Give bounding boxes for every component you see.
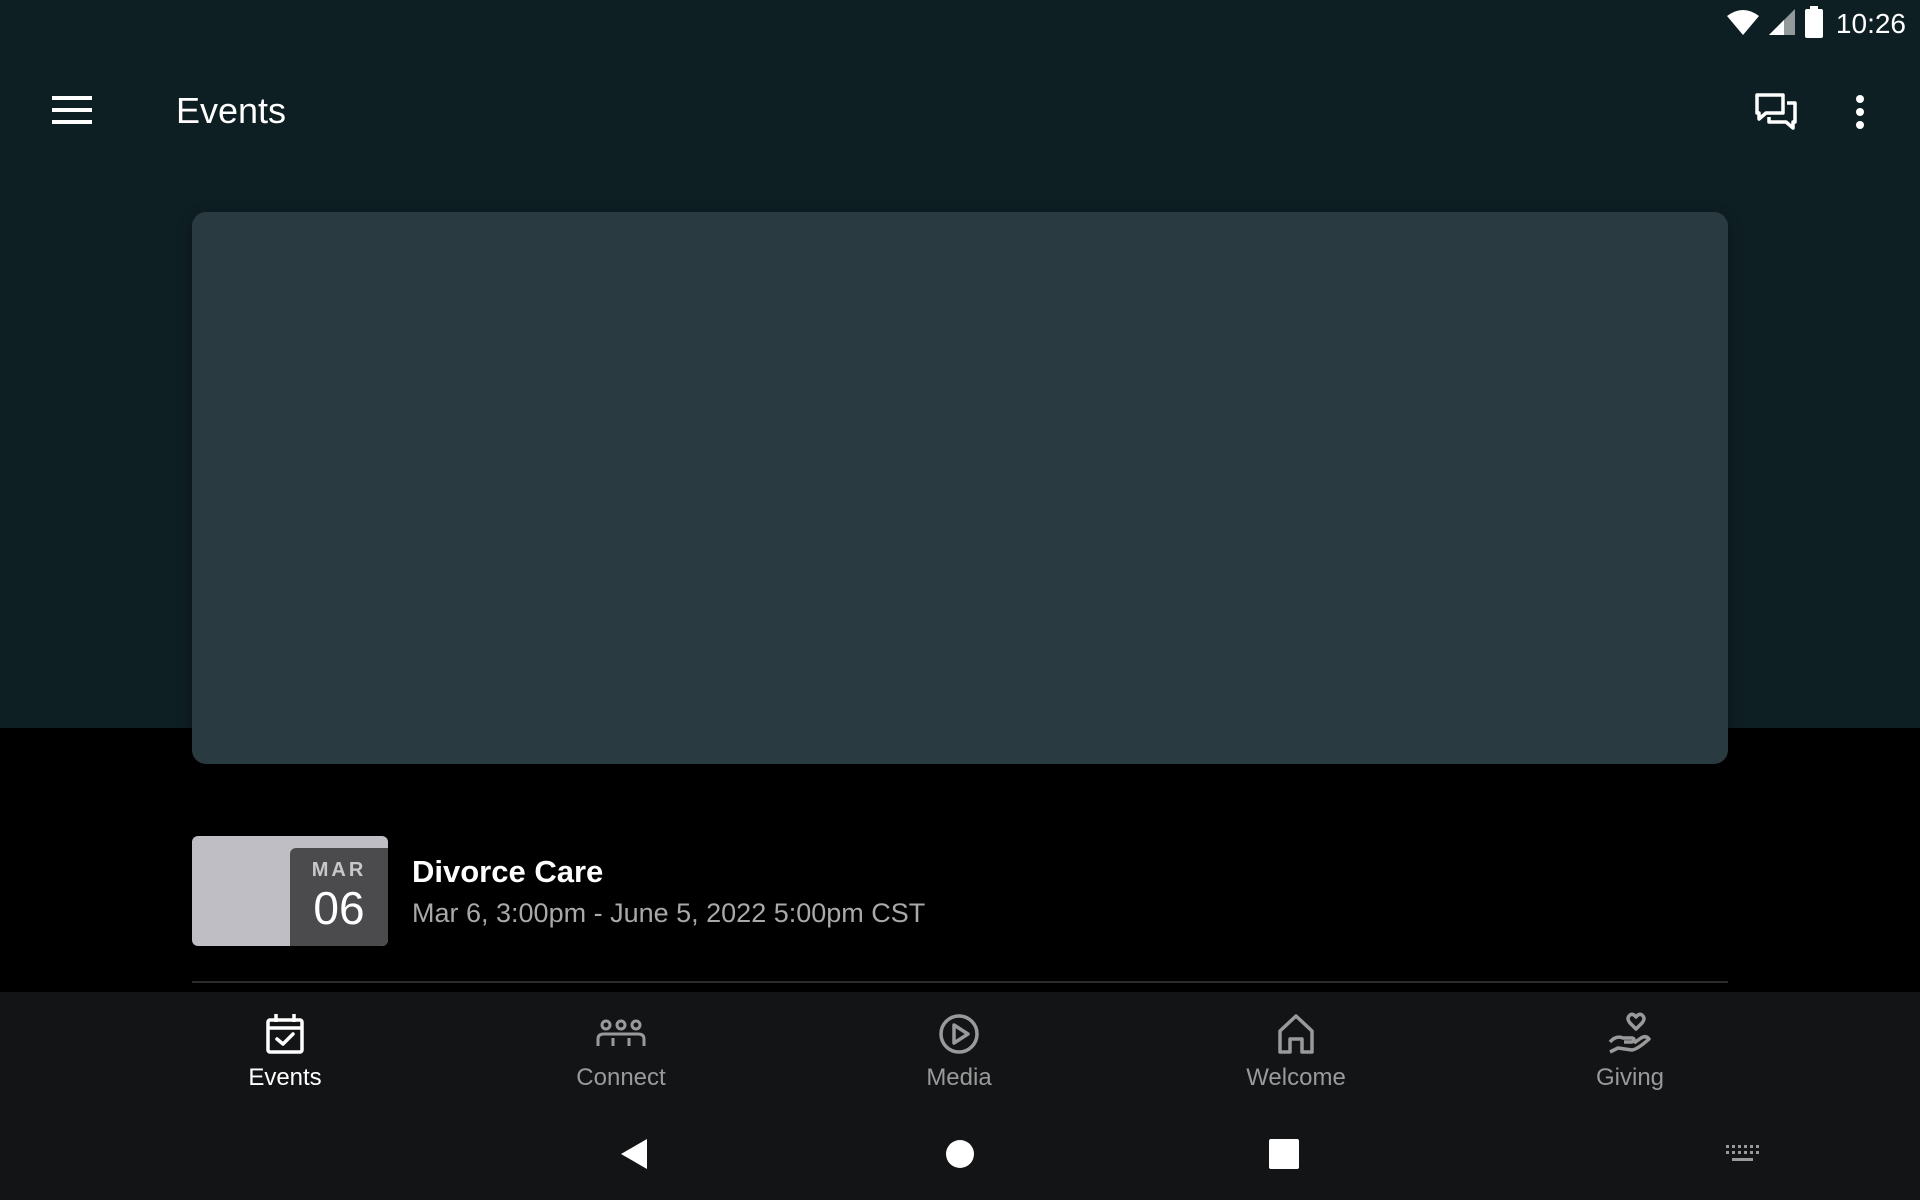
- featured-event-card[interactable]: [192, 212, 1728, 764]
- nav-item-giving[interactable]: Giving: [1530, 992, 1730, 1112]
- keyboard-icon: [1725, 1144, 1759, 1169]
- nav-label-welcome: Welcome: [1246, 1064, 1346, 1091]
- system-navigation-bar: [0, 1112, 1920, 1200]
- hand-heart-icon: [1604, 1010, 1656, 1058]
- status-time: 10:26: [1835, 8, 1906, 39]
- recents-button[interactable]: [1256, 1132, 1312, 1180]
- recents-icon: [1269, 1138, 1299, 1174]
- status-bar: 10:26: [0, 0, 1920, 48]
- play-circle-icon: [933, 1010, 985, 1058]
- wifi-icon: [1726, 8, 1760, 41]
- chat-button[interactable]: [1744, 86, 1808, 142]
- calendar-check-icon: [259, 1010, 311, 1058]
- home-button[interactable]: [932, 1132, 988, 1180]
- nav-item-connect[interactable]: Connect: [521, 992, 721, 1112]
- cell-signal-icon: [1768, 8, 1796, 41]
- date-day: 06: [313, 882, 365, 934]
- keyboard-button[interactable]: [1714, 1132, 1770, 1180]
- more-options-button[interactable]: [1832, 86, 1888, 142]
- menu-icon: [52, 95, 92, 130]
- app-bar: Events: [0, 56, 1920, 168]
- nav-item-media[interactable]: Media: [859, 992, 1059, 1112]
- more-vert-icon: [1855, 94, 1865, 134]
- menu-button[interactable]: [40, 84, 104, 140]
- nav-label-events: Events: [248, 1064, 322, 1091]
- nav-label-connect: Connect: [576, 1064, 666, 1091]
- event-list-item[interactable]: MAR 06 Divorce Care Mar 6, 3:00pm - June…: [192, 836, 1728, 946]
- event-datetime: Mar 6, 3:00pm - June 5, 2022 5:00pm CST: [412, 898, 926, 928]
- date-badge: MAR 06: [290, 848, 388, 946]
- chat-icon: [1754, 92, 1798, 137]
- nav-label-media: Media: [926, 1064, 992, 1091]
- home-circle-icon: [945, 1139, 975, 1174]
- bottom-navigation: Events Connect Media Welcome Giving: [0, 992, 1920, 1112]
- back-icon: [619, 1137, 649, 1176]
- event-title: Divorce Care: [412, 854, 604, 889]
- list-divider: [192, 981, 1728, 983]
- home-icon: [1270, 1010, 1322, 1058]
- nav-item-events[interactable]: Events: [185, 992, 385, 1112]
- date-month: MAR: [311, 859, 367, 881]
- status-icons: 10:26: [1726, 5, 1906, 43]
- back-button[interactable]: [606, 1132, 662, 1180]
- event-thumbnail: MAR 06: [192, 836, 388, 946]
- nav-label-giving: Giving: [1595, 1064, 1665, 1091]
- people-group-icon: [595, 1010, 647, 1058]
- battery-icon: [1804, 5, 1824, 43]
- page-title: Events: [176, 90, 287, 131]
- nav-item-welcome[interactable]: Welcome: [1196, 992, 1396, 1112]
